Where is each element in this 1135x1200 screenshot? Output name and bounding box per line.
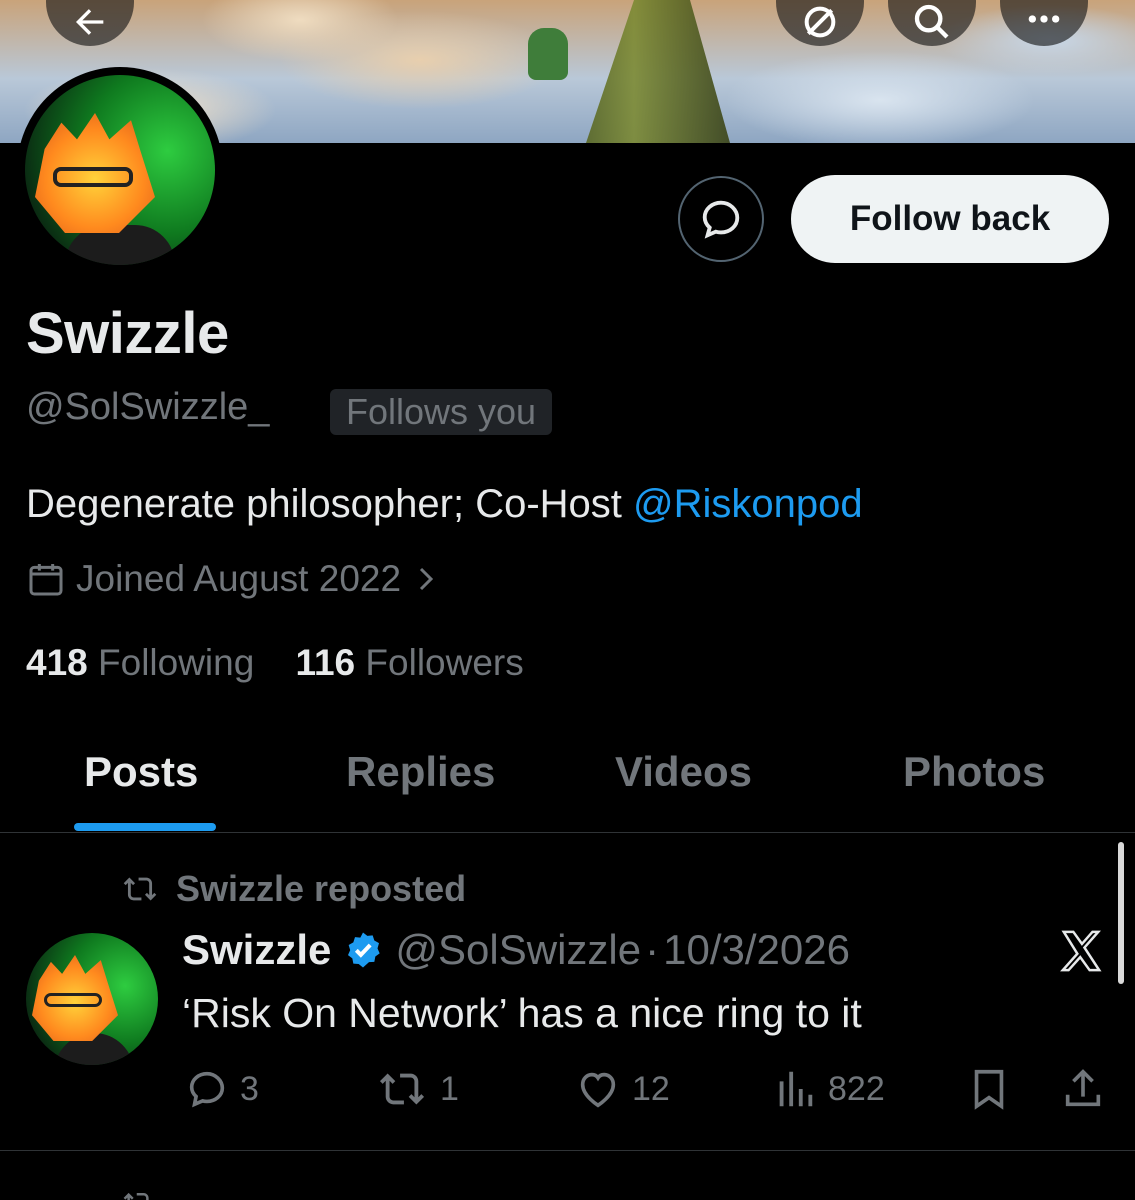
calendar-icon [29, 564, 63, 596]
message-icon [702, 200, 740, 239]
share-icon [1065, 1069, 1101, 1107]
back-arrow-icon [76, 9, 104, 35]
post-avatar[interactable] [26, 933, 158, 1065]
post-separator: · [645, 926, 660, 973]
tab-replies[interactable]: Replies [346, 748, 495, 796]
like-icon [580, 1072, 616, 1108]
bio-text: Degenerate philosopher; Co-Host [26, 482, 634, 526]
followers-link[interactable]: 116 Followers [295, 642, 523, 683]
reply-count: 3 [240, 1069, 259, 1108]
post-text: ‘Risk On Network’ has a nice ring to it [182, 990, 862, 1036]
tab-posts[interactable]: Posts [84, 748, 198, 796]
x-logo-icon[interactable] [1058, 928, 1104, 974]
tab-videos[interactable]: Videos [615, 748, 752, 796]
profile-bio: Degenerate philosopher; Co-Host @Riskonp… [26, 482, 863, 527]
repost-icon [123, 877, 157, 901]
follows-you-badge: Follows you [330, 389, 553, 435]
repost-circle-icon [804, 6, 836, 38]
display-name: Swizzle [26, 301, 229, 366]
message-button[interactable] [678, 176, 764, 262]
active-tab-indicator [74, 823, 216, 831]
bio-mention-link[interactable]: @Riskonpod [633, 482, 863, 526]
profile-handle: @SolSwizzle_ [26, 386, 270, 428]
views-button[interactable]: 822 [772, 1066, 885, 1112]
search-icon [914, 4, 949, 39]
avatar[interactable] [25, 75, 215, 265]
more-icon [1028, 15, 1060, 23]
views-icon [779, 1071, 813, 1107]
tab-photos[interactable]: Photos [903, 748, 1045, 796]
joined-date[interactable]: Joined August 2022 [26, 558, 441, 600]
bookmark-button[interactable] [966, 1066, 1012, 1112]
repost-count: 1 [440, 1069, 459, 1108]
follow-back-button[interactable]: Follow back [791, 175, 1109, 263]
view-count: 822 [828, 1069, 885, 1108]
next-post-peek [118, 1185, 538, 1200]
post-header: Swizzle @SolSwizzle · 10/3/2026 [182, 926, 850, 974]
chevron-right-icon [420, 567, 434, 591]
following-count: 418 [26, 642, 88, 683]
post-date[interactable]: 10/3/2026 [663, 926, 850, 974]
scrollbar[interactable] [1118, 842, 1124, 984]
post-divider [0, 1150, 1135, 1151]
repost-label: Swizzle reposted [176, 868, 467, 909]
repost-peek-icon [123, 1192, 149, 1200]
repost-context: Swizzle reposted [118, 868, 466, 910]
followers-label: Followers [365, 642, 524, 683]
tabs-divider [0, 832, 1135, 833]
post-author-handle[interactable]: @SolSwizzle [395, 926, 641, 974]
following-link[interactable]: 418 Following [26, 642, 254, 683]
post-author-name[interactable]: Swizzle [182, 926, 331, 974]
banner-figure [528, 28, 568, 80]
repost-button[interactable]: 1 [374, 1066, 459, 1112]
follow-counts: 418 Following 116 Followers [26, 642, 524, 684]
following-label: Following [98, 642, 255, 683]
joined-text: Joined August 2022 [76, 558, 402, 599]
reply-icon [189, 1071, 225, 1108]
reply-button[interactable]: 3 [184, 1066, 259, 1112]
banner-staircase [586, 0, 730, 143]
verified-badge-icon [348, 932, 381, 968]
bookmark-icon [974, 1069, 1004, 1110]
like-button[interactable]: 12 [574, 1066, 670, 1112]
share-button[interactable] [1060, 1066, 1106, 1112]
repost-action-icon [379, 1073, 425, 1105]
followers-count: 116 [295, 642, 356, 683]
like-count: 12 [632, 1069, 670, 1108]
